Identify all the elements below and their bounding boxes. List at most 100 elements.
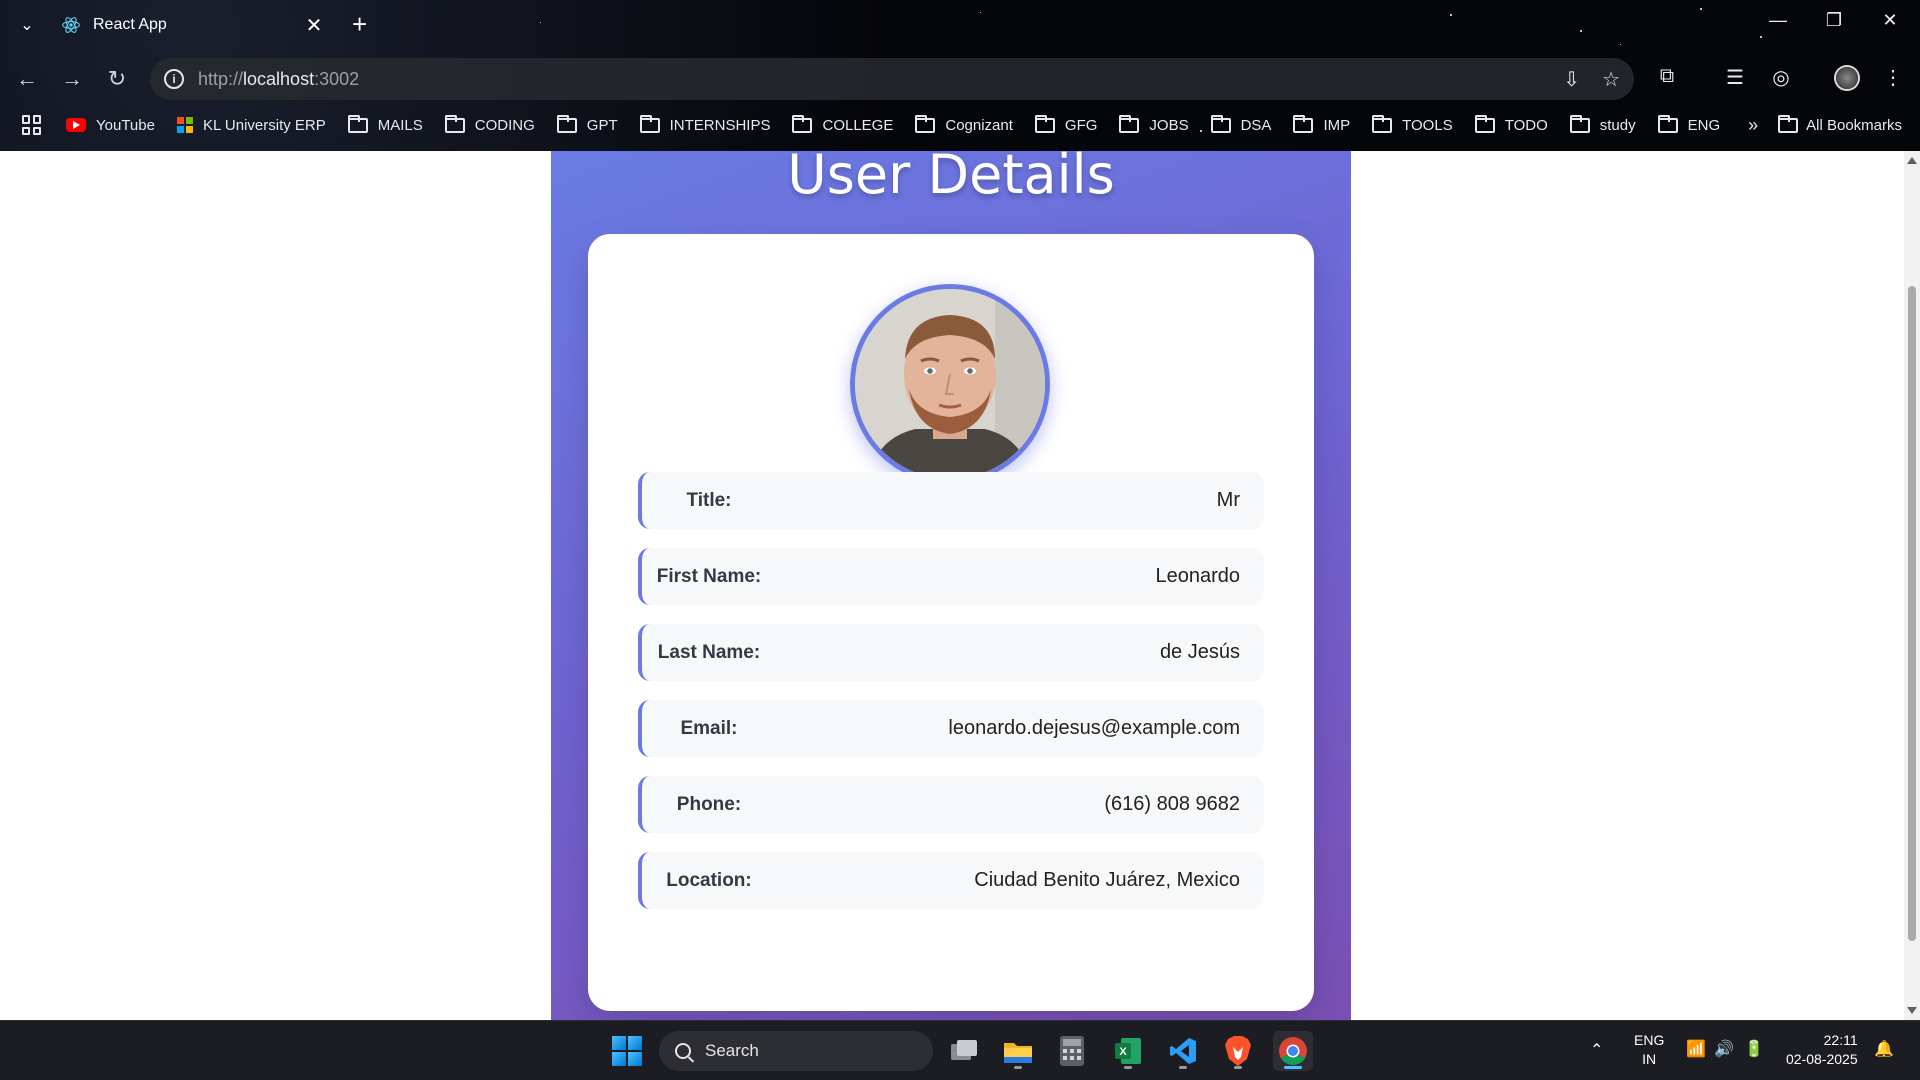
volume-icon[interactable]: 🔊 xyxy=(1714,1040,1734,1059)
bookmark-label: MAILS xyxy=(377,116,423,134)
scrollbar-thumb[interactable] xyxy=(1908,286,1916,941)
taskbar-search[interactable]: Search xyxy=(659,1031,933,1071)
scroll-up-arrow-icon[interactable] xyxy=(1907,157,1917,164)
field-row-title: Title: Mr xyxy=(638,472,1264,529)
close-window-icon[interactable]: ✕ xyxy=(1870,10,1910,31)
folder-icon xyxy=(1293,114,1314,133)
url-text[interactable]: http://localhost:3002 xyxy=(198,69,359,90)
lens-capture-icon[interactable]: ◎ xyxy=(1766,65,1796,90)
file-explorer-icon[interactable] xyxy=(998,1031,1038,1071)
bookmark-label: GFG xyxy=(1064,116,1098,134)
bookmark-folder-eng[interactable]: ENG xyxy=(1657,114,1721,134)
folder-icon xyxy=(639,114,660,133)
tab-react-app[interactable]: React App ✕ xyxy=(56,8,336,42)
page-scrollbar[interactable] xyxy=(1904,151,1920,1020)
field-label: Last Name: xyxy=(657,641,761,663)
bookmark-folder-coding[interactable]: CODING xyxy=(444,114,535,134)
bookmark-folder-study[interactable]: study xyxy=(1569,114,1636,134)
apps-grid-icon[interactable] xyxy=(22,115,42,135)
folder-icon xyxy=(556,114,577,133)
profile-avatar-icon[interactable] xyxy=(1834,65,1860,91)
microsoft-logo-icon xyxy=(176,117,193,133)
battery-icon[interactable]: 🔋 xyxy=(1744,1040,1764,1059)
language-indicator[interactable]: ENG IN xyxy=(1634,1031,1664,1069)
address-bar[interactable]: i http://localhost:3002 ⇩ ☆ xyxy=(150,58,1634,100)
field-row-first-name: First Name: Leonardo xyxy=(638,548,1264,605)
bookmark-folder-gpt[interactable]: GPT xyxy=(556,114,618,134)
calculator-icon[interactable] xyxy=(1052,1031,1092,1071)
clock[interactable]: 22:11 02-08-2025 xyxy=(1786,1031,1858,1069)
bookmark-folder-gfg[interactable]: GFG xyxy=(1034,114,1098,134)
close-tab-icon[interactable]: ✕ xyxy=(302,13,326,38)
back-arrow-icon[interactable]: ← xyxy=(12,64,42,94)
bookmark-folder-tools[interactable]: TOOLS xyxy=(1372,114,1453,134)
all-bookmarks[interactable]: All Bookmarks xyxy=(1778,114,1902,134)
field-row-phone: Phone: (616) 808 9682 xyxy=(638,776,1264,833)
user-card: Title: Mr First Name: Leonardo Last Name… xyxy=(588,234,1314,1011)
more-bookmarks-chevron-icon[interactable]: » xyxy=(1748,115,1758,136)
bookmark-star-icon[interactable]: ☆ xyxy=(1602,67,1620,92)
tab-search-chevron-icon[interactable]: ⌄ xyxy=(14,12,40,38)
bookmark-folder-imp[interactable]: IMP xyxy=(1293,114,1350,134)
site-info-icon[interactable]: i xyxy=(164,69,184,89)
url-port: :3002 xyxy=(314,68,360,89)
restore-icon[interactable]: ❐ xyxy=(1814,10,1854,31)
reading-list-icon[interactable]: ☰ xyxy=(1720,65,1750,90)
bookmark-folder-mails[interactable]: MAILS xyxy=(347,114,423,134)
field-value: (616) 808 9682 xyxy=(1104,793,1240,815)
folder-icon xyxy=(1210,114,1231,133)
tab-title: React App xyxy=(93,16,167,33)
folder-icon xyxy=(1474,114,1495,133)
notification-bell-icon[interactable]: 🔔 xyxy=(1874,1040,1894,1059)
reload-icon[interactable]: ↻ xyxy=(102,64,132,94)
extensions-puzzle-icon[interactable]: ⧉ xyxy=(1652,65,1682,88)
field-row-email: Email: leonardo.dejesus@example.com xyxy=(638,700,1264,757)
browser-toolbar: ← → ↻ i http://localhost:3002 ⇩ ☆ ⧉ ☰ ◎ … xyxy=(0,56,1920,102)
bookmark-youtube[interactable]: YouTube xyxy=(66,117,155,134)
field-value: Leonardo xyxy=(1155,565,1240,587)
vscode-icon[interactable] xyxy=(1163,1031,1203,1071)
bookmark-label: TODO xyxy=(1504,116,1548,134)
excel-icon[interactable]: X xyxy=(1108,1031,1148,1071)
bookmark-folder-college[interactable]: COLLEGE xyxy=(792,114,893,134)
chrome-icon[interactable] xyxy=(1273,1031,1313,1071)
bookmark-label: Cognizant xyxy=(945,116,1013,134)
running-indicator xyxy=(1124,1066,1132,1069)
bookmark-label: ENG xyxy=(1687,116,1721,134)
folder-icon xyxy=(915,114,936,133)
all-bookmarks-label: All Bookmarks xyxy=(1806,116,1902,134)
bookmark-folder-dsa[interactable]: DSA xyxy=(1210,114,1272,134)
install-app-icon[interactable]: ⇩ xyxy=(1563,67,1580,92)
folder-icon xyxy=(1372,114,1393,133)
field-label: Email: xyxy=(680,717,738,739)
show-hidden-icons-chevron-icon[interactable]: ⌃ xyxy=(1590,1041,1603,1060)
bookmark-label: DSA xyxy=(1240,116,1272,134)
bookmark-folder-internships[interactable]: INTERNSHIPS xyxy=(639,114,771,134)
bookmark-folder-jobs[interactable]: JOBS xyxy=(1119,114,1189,134)
bookmark-label: GPT xyxy=(586,116,618,134)
brave-browser-icon[interactable] xyxy=(1218,1031,1258,1071)
bookmark-folder-todo[interactable]: TODO xyxy=(1474,114,1548,134)
bookmark-label: KL University ERP xyxy=(202,116,326,134)
bookmark-kl-erp[interactable]: KL University ERP xyxy=(176,116,326,134)
minimize-icon[interactable]: — xyxy=(1758,10,1798,31)
forward-arrow-icon[interactable]: → xyxy=(57,64,87,94)
start-windows-icon[interactable] xyxy=(607,1031,647,1071)
bookmark-label: YouTube xyxy=(96,116,155,134)
folder-icon xyxy=(347,114,368,133)
bookmark-label: TOOLS xyxy=(1402,116,1453,134)
task-view-icon[interactable] xyxy=(944,1031,984,1071)
new-tab-plus-icon[interactable]: + xyxy=(352,10,367,38)
bookmark-label: INTERNSHIPS xyxy=(669,116,771,134)
taskbar-search-label: Search xyxy=(705,1041,759,1060)
bookmark-folder-cognizant[interactable]: Cognizant xyxy=(915,114,1013,134)
scroll-down-arrow-icon[interactable] xyxy=(1907,1007,1917,1014)
menu-kebab-icon[interactable]: ⋮ xyxy=(1878,65,1908,90)
react-logo-icon xyxy=(62,17,80,33)
bookmark-label: CODING xyxy=(474,116,535,134)
running-indicator xyxy=(1234,1066,1242,1069)
tab-strip: ⌄ React App ✕ + — ❐ ✕ xyxy=(0,0,1920,50)
wifi-icon[interactable]: 📶 xyxy=(1686,1040,1706,1059)
page-title: User Details xyxy=(787,151,1115,206)
svg-text:X: X xyxy=(1119,1046,1127,1058)
